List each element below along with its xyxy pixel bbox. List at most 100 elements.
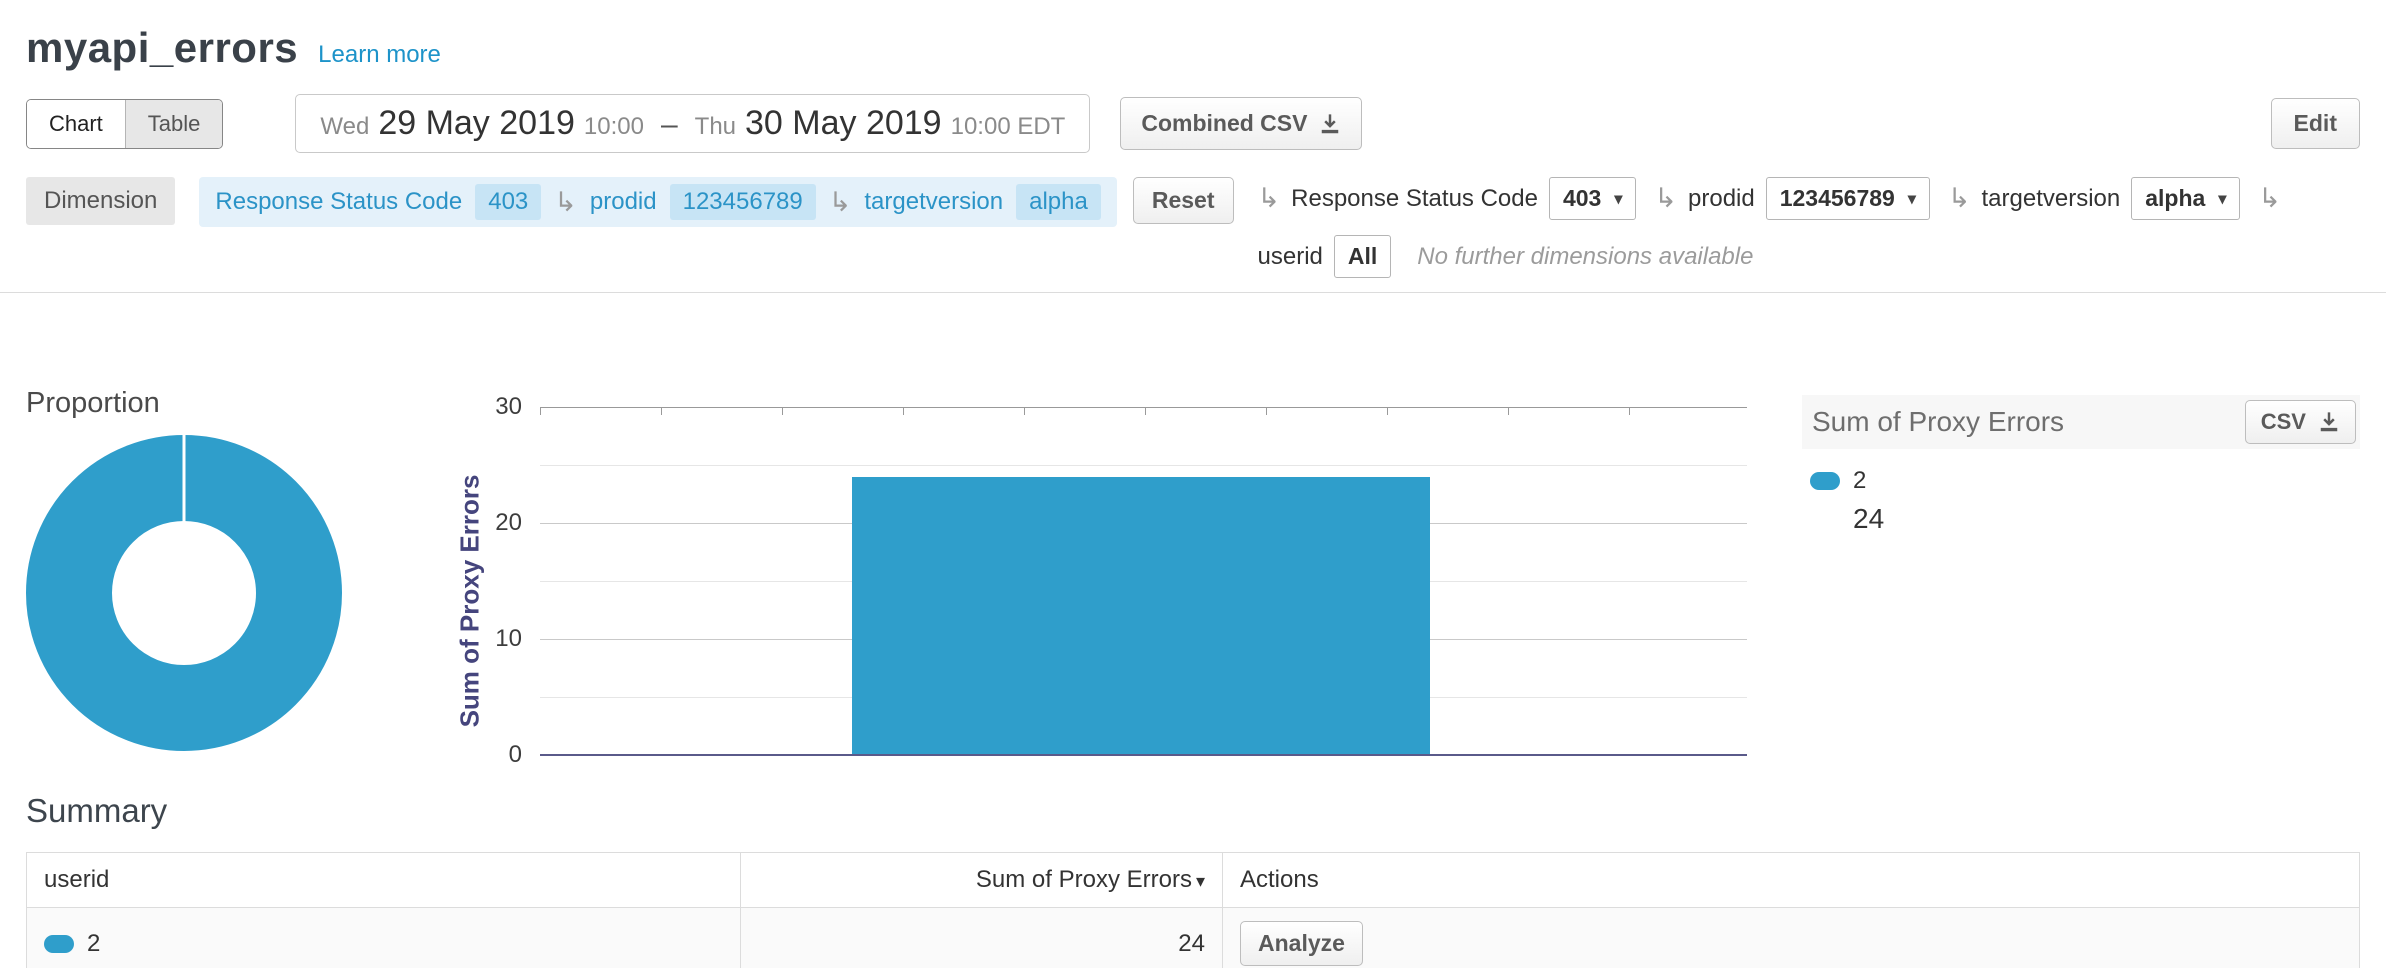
x-axis-baseline xyxy=(540,754,1747,756)
selector-row-1: ↳ Response Status Code 403 ▾ ↳ prodid 12… xyxy=(1258,177,2360,220)
combined-csv-button[interactable]: Combined CSV xyxy=(1120,97,1362,150)
breadcrumb-name: Response Status Code xyxy=(215,188,462,216)
gridline-25 xyxy=(540,465,1747,466)
download-icon xyxy=(2318,411,2340,433)
analyze-label: Analyze xyxy=(1258,930,1345,957)
y-tick-0: 0 xyxy=(462,741,522,769)
level-down-icon: ↳ xyxy=(1258,185,1281,212)
selector-name: userid xyxy=(1258,243,1323,271)
selector-targetversion: ↳ targetversion alpha ▾ xyxy=(1948,177,2240,220)
axis-tick-marks xyxy=(540,407,1747,415)
table-row: 2 24 Analyze xyxy=(27,908,2360,968)
start-time: 10:00 xyxy=(584,113,644,141)
analyze-button[interactable]: Analyze xyxy=(1240,921,1363,966)
breadcrumb-name: prodid xyxy=(590,188,657,216)
edit-button[interactable]: Edit xyxy=(2271,98,2360,149)
csv-label: CSV xyxy=(2261,409,2306,435)
toolbar: Chart Table Wed 29 May 2019 10:00 – Thu … xyxy=(0,94,2386,153)
chevron-down-icon: ▾ xyxy=(1908,189,1916,209)
cell-sum: 24 xyxy=(741,908,1223,968)
summary-section: Summary userid Sum of Proxy Errors▾ Acti… xyxy=(0,792,2386,968)
download-icon xyxy=(1319,113,1341,135)
bar-chart-plot-area xyxy=(540,407,1747,755)
charts-section: Proportion Sum of Proxy Errors 30 20 10 … xyxy=(0,387,2386,792)
selector-prodid: ↳ prodid 123456789 ▾ xyxy=(1654,177,1930,220)
breadcrumb-value[interactable]: 403 xyxy=(475,184,541,220)
page-title: myapi_errors xyxy=(26,24,298,72)
dimension-label: Dimension xyxy=(26,177,175,225)
legend-item-value: 24 xyxy=(1853,503,2360,535)
donut-svg xyxy=(26,421,426,766)
legend-item-label: 2 xyxy=(1853,467,1866,495)
prodid-dropdown[interactable]: 123456789 ▾ xyxy=(1766,177,1930,220)
end-time: 10:00 EDT xyxy=(951,113,1066,141)
cell-userid: 2 xyxy=(27,908,741,968)
dropdown-value: 403 xyxy=(1563,185,1601,212)
no-more-dimensions-note: No further dimensions available xyxy=(1417,243,1753,271)
start-day: Wed xyxy=(320,113,369,141)
legend-swatch xyxy=(1810,472,1840,490)
breadcrumb-value[interactable]: 123456789 xyxy=(670,184,816,220)
summary-table: userid Sum of Proxy Errors▾ Actions 2 24 xyxy=(26,852,2360,968)
chart-view-button[interactable]: Chart xyxy=(27,100,125,148)
legend-header: Sum of Proxy Errors CSV xyxy=(1802,395,2360,449)
dropdown-value: alpha xyxy=(2145,185,2205,212)
selector-name: targetversion xyxy=(1982,185,2121,213)
dimension-bar: Dimension Response Status Code 403 ↳ pro… xyxy=(0,177,2386,293)
level-down-icon: ↳ xyxy=(1654,185,1677,212)
legend-title: Sum of Proxy Errors xyxy=(1812,406,2064,438)
selector-name: prodid xyxy=(1688,185,1755,213)
dropdown-value: All xyxy=(1348,243,1377,270)
edit-label: Edit xyxy=(2294,110,2337,137)
column-header-actions: Actions xyxy=(1223,853,2360,908)
userid-swatch xyxy=(44,935,74,953)
proportion-title: Proportion xyxy=(26,387,160,420)
table-view-button[interactable]: Table xyxy=(125,100,223,148)
level-down-icon: ↳ xyxy=(2258,185,2281,212)
end-date: 30 May 2019 xyxy=(745,104,942,143)
y-tick-20: 20 xyxy=(462,509,522,537)
column-header-userid: userid xyxy=(27,853,741,908)
level-down-icon: ↳ xyxy=(1948,185,1971,212)
chevron-down-icon: ▾ xyxy=(1614,189,1622,209)
column-header-sum[interactable]: Sum of Proxy Errors▾ xyxy=(741,853,1223,908)
date-range-picker[interactable]: Wed 29 May 2019 10:00 – Thu 30 May 2019 … xyxy=(295,94,1090,153)
chevron-down-icon: ▾ xyxy=(2218,189,2226,209)
column-header-sum-label: Sum of Proxy Errors xyxy=(976,866,1192,893)
userid-dropdown[interactable]: All xyxy=(1334,235,1391,278)
summary-header-row: userid Sum of Proxy Errors▾ Actions xyxy=(27,853,2360,908)
selector-name: Response Status Code xyxy=(1291,185,1538,213)
y-tick-30: 30 xyxy=(462,393,522,421)
sort-descending-icon: ▾ xyxy=(1196,871,1205,891)
targetversion-dropdown[interactable]: alpha ▾ xyxy=(2131,177,2240,220)
userid-value: 2 xyxy=(87,930,100,958)
start-date: 29 May 2019 xyxy=(378,104,575,143)
end-day: Thu xyxy=(695,113,736,141)
reset-button[interactable]: Reset xyxy=(1133,177,1234,224)
level-down-icon: ↳ xyxy=(554,189,577,216)
breadcrumb-name: targetversion xyxy=(864,188,1003,216)
combined-csv-label: Combined CSV xyxy=(1141,110,1307,137)
selector-userid: userid All xyxy=(1258,235,1392,278)
breadcrumb-value[interactable]: alpha xyxy=(1016,184,1101,220)
reset-label: Reset xyxy=(1152,187,1215,214)
view-toggle: Chart Table xyxy=(26,99,223,149)
date-range-separator: – xyxy=(661,108,678,142)
y-tick-10: 10 xyxy=(462,625,522,653)
proportion-donut-chart xyxy=(26,421,426,766)
selector-response-status-code: ↳ Response Status Code 403 ▾ xyxy=(1258,177,1637,220)
csv-button[interactable]: CSV xyxy=(2245,400,2356,444)
legend-item[interactable]: 2 xyxy=(1802,467,2360,495)
status-code-dropdown[interactable]: 403 ▾ xyxy=(1549,177,1636,220)
proxy-errors-bar[interactable] xyxy=(852,477,1430,755)
cell-actions: Analyze xyxy=(1223,908,2360,968)
legend-panel: Sum of Proxy Errors CSV 2 24 xyxy=(1802,395,2360,535)
page-header: myapi_errors Learn more xyxy=(0,0,2386,72)
dimension-selectors: ↳ Response Status Code 403 ▾ ↳ prodid 12… xyxy=(1258,177,2360,278)
learn-more-link[interactable]: Learn more xyxy=(318,41,441,69)
summary-title: Summary xyxy=(26,792,2386,830)
level-down-icon: ↳ xyxy=(829,189,852,216)
dimension-breadcrumb: Response Status Code 403 ↳ prodid 123456… xyxy=(199,177,1116,227)
dropdown-value: 123456789 xyxy=(1780,185,1895,212)
selector-row-2: userid All No further dimensions availab… xyxy=(1258,235,2360,278)
